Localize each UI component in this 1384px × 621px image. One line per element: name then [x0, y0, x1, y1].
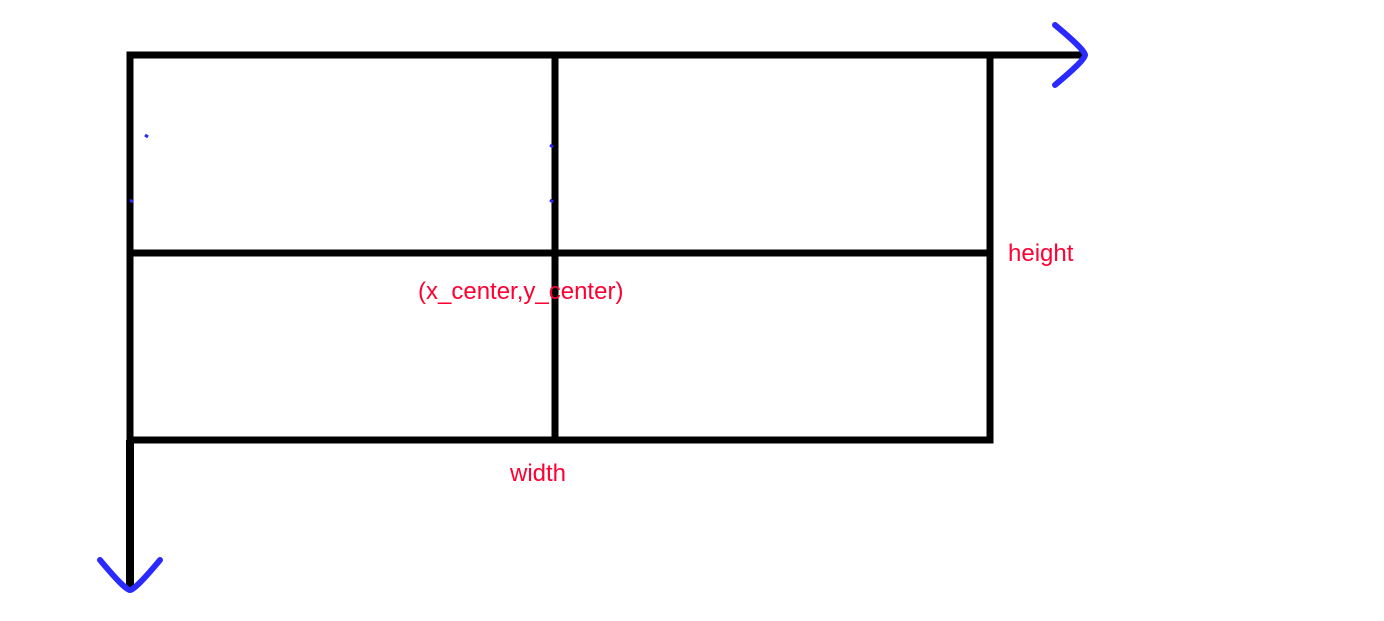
mark-4 [550, 200, 553, 202]
mark-1 [145, 135, 148, 137]
diagram-svg [0, 0, 1384, 616]
center-coordinate-label: (x_center,y_center) [418, 278, 623, 306]
width-label: width [510, 460, 566, 488]
bounding-box-diagram: (x_center,y_center) height width [0, 0, 1384, 616]
outer-rectangle [130, 55, 990, 440]
mark-3 [550, 145, 553, 147]
mark-2 [130, 200, 133, 202]
height-label: height [1008, 240, 1073, 268]
